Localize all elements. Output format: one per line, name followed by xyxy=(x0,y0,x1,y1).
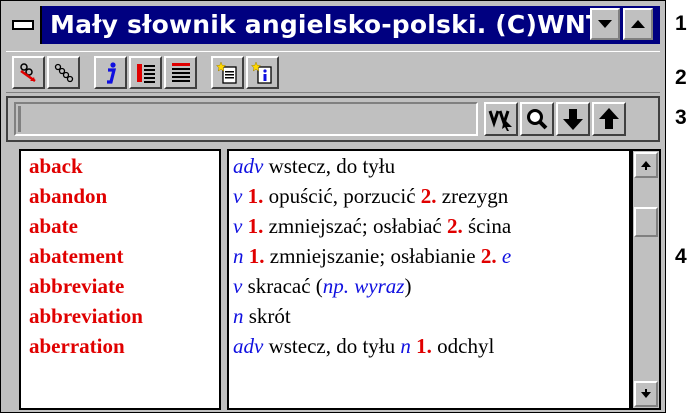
vertical-scrollbar[interactable] xyxy=(631,149,661,410)
list-black-icon xyxy=(171,62,190,82)
callout-number: 4 xyxy=(675,245,687,268)
wildcard-search-button[interactable] xyxy=(484,102,518,136)
sense-number: 2. xyxy=(420,184,437,208)
definition-text: ścina xyxy=(462,214,512,238)
wildcard-search-icon xyxy=(488,110,512,131)
headword-item[interactable]: abate xyxy=(21,211,219,241)
grammar-label: v xyxy=(233,214,243,238)
scroll-up-icon xyxy=(641,161,651,170)
new-note-icon xyxy=(215,60,237,84)
definition-text: opuścić, porzucić xyxy=(263,184,421,208)
minimize-button[interactable] xyxy=(590,8,620,40)
scroll-up-button[interactable] xyxy=(634,152,658,178)
sense-number: 1. xyxy=(242,184,264,208)
search-input[interactable] xyxy=(14,102,478,136)
sense-number: 2. xyxy=(480,244,497,268)
headword-item[interactable]: aback xyxy=(21,151,219,181)
previous-entry-button[interactable] xyxy=(592,102,626,136)
arrow-up-icon xyxy=(599,108,619,129)
new-note-button[interactable] xyxy=(211,56,244,89)
next-entry-button[interactable] xyxy=(556,102,590,136)
search-bar xyxy=(6,96,660,142)
scroll-thumb[interactable] xyxy=(634,207,658,237)
info-icon xyxy=(106,61,116,84)
definition-text: zmniejszać; osłabiać xyxy=(263,214,447,238)
triangle-up-icon xyxy=(631,20,645,28)
new-info-note-button[interactable] xyxy=(246,56,279,89)
definition-row[interactable]: v skracać (np. wyraz) xyxy=(229,271,629,301)
grammar-label: n xyxy=(233,244,244,268)
definition-text: odchyl xyxy=(431,334,495,358)
sense-number: 1. xyxy=(243,244,265,268)
system-menu-icon xyxy=(12,20,34,30)
sense-number: 1. xyxy=(410,334,432,358)
search-button[interactable] xyxy=(520,102,554,136)
link-button[interactable] xyxy=(47,56,80,89)
definition-list[interactable]: adv wstecz, do tyłu v 1. opuścić, porzuci… xyxy=(227,149,631,410)
definition-row[interactable]: v 1. zmniejszać; osłabiać 2. ścina xyxy=(229,211,629,241)
scroll-down-icon xyxy=(641,389,651,398)
info-button[interactable] xyxy=(94,56,127,89)
grammar-label: adv xyxy=(233,154,264,178)
list-red-button[interactable] xyxy=(129,56,162,89)
magnifier-icon xyxy=(527,109,548,130)
title-bar[interactable]: Mały słownik angielsko-polski. (C)WNT. xyxy=(6,6,660,44)
definition-row[interactable]: adv wstecz, do tyłu n 1. odchyl xyxy=(229,331,629,361)
sense-number: 2. xyxy=(447,214,463,238)
definition-text: wstecz, do tyłu xyxy=(263,154,396,178)
dictionary-window: Mały słownik angielsko-polski. (C)WNT. a… xyxy=(0,0,666,413)
window-title: Mały słownik angielsko-polski. (C)WNT. xyxy=(50,10,610,39)
link-icon xyxy=(54,63,73,82)
link-remove-icon xyxy=(19,62,36,82)
definition-row[interactable]: n skrót xyxy=(229,301,629,331)
arrow-down-icon xyxy=(563,109,583,130)
headword-item[interactable]: abandon xyxy=(21,181,219,211)
headword-item[interactable]: abatement xyxy=(21,241,219,271)
grammar-label: adv xyxy=(233,334,264,358)
sense-number: 1. xyxy=(242,214,264,238)
text-caret xyxy=(18,106,21,132)
grammar-label: n xyxy=(400,334,411,358)
headword-list[interactable]: aback abandon abate abatement abbreviate… xyxy=(19,149,221,410)
new-info-note-icon xyxy=(250,60,272,84)
definition-text: wstecz, do tyłu xyxy=(263,334,401,358)
definition-row[interactable]: n 1. zmniejszanie; osłabianie 2. e xyxy=(229,241,629,271)
system-menu-button[interactable] xyxy=(6,6,42,44)
link-remove-button[interactable] xyxy=(12,56,45,89)
definition-text: skrót xyxy=(243,304,291,328)
definition-text: zmniejszanie; osłabianie xyxy=(264,244,481,268)
toolbar xyxy=(6,51,660,93)
triangle-down-icon xyxy=(598,20,612,28)
definition-row[interactable]: adv wstecz, do tyłu xyxy=(229,151,629,181)
grammar-label: v xyxy=(233,274,243,298)
callout-number: 3 xyxy=(675,106,687,129)
grammar-label: v xyxy=(233,184,243,208)
definition-text: skracać ( xyxy=(242,274,323,298)
example-text: np. wyraz xyxy=(322,274,405,298)
headword-item[interactable]: abbreviation xyxy=(21,301,219,331)
definition-row[interactable]: v 1. opuścić, porzucić 2. zrezygn xyxy=(229,181,629,211)
grammar-label: n xyxy=(233,304,244,328)
definition-text: zrezygn xyxy=(436,184,509,208)
headword-item[interactable]: abbreviate xyxy=(21,271,219,301)
scroll-down-button[interactable] xyxy=(634,381,658,407)
list-black-button[interactable] xyxy=(164,56,197,89)
maximize-button[interactable] xyxy=(623,8,653,40)
list-red-icon xyxy=(136,63,155,83)
callout-number: 1 xyxy=(675,12,687,35)
headword-item[interactable]: aberration xyxy=(21,331,219,361)
definition-text: ) xyxy=(404,274,412,298)
grammar-label: e xyxy=(496,244,512,268)
callout-number: 2 xyxy=(675,66,687,89)
